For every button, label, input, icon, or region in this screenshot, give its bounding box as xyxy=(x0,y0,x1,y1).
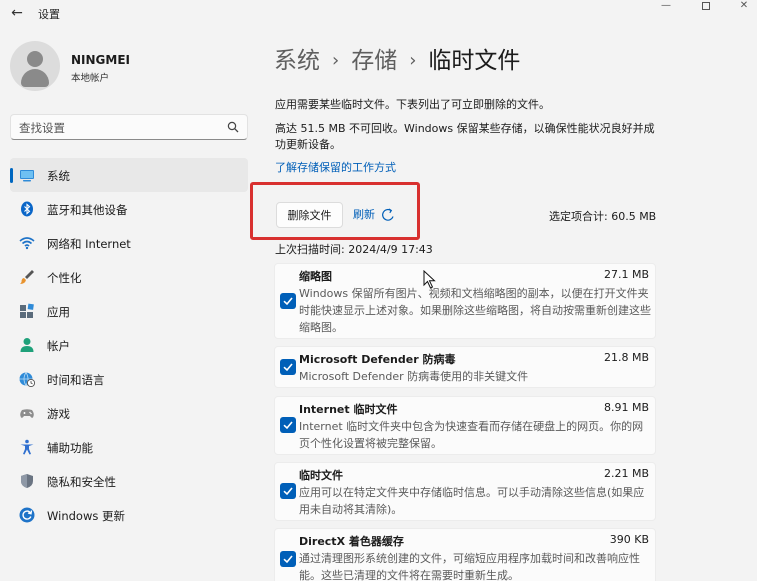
sidebar-item-personalization[interactable]: 个性化 xyxy=(10,260,248,294)
file-description: 通过清理图形系统创建的文件，可缩短应用程序加载时间和改善响应性能。这些已清理的文… xyxy=(299,552,640,581)
checkmark-icon xyxy=(283,297,293,306)
last-scan-time: 上次扫描时间: 2024/4/9 17:43 xyxy=(275,243,433,256)
file-description: Windows 保留所有图片、视频和文档缩略图的副本，以便在打开文件夹时能快速显… xyxy=(299,287,651,334)
file-description: Microsoft Defender 防病毒使用的非关键文件 xyxy=(299,370,529,383)
file-title: Microsoft Defender 防病毒 xyxy=(299,353,456,366)
sidebar-item-accessibility[interactable]: 辅助功能 xyxy=(10,430,248,464)
page-description: 应用需要某些临时文件。下表列出了可立即删除的文件。 xyxy=(275,98,550,111)
file-item: Microsoft Defender 防病毒 21.8 MB Microsoft… xyxy=(274,346,656,388)
file-checkbox[interactable] xyxy=(280,483,296,499)
shield-icon xyxy=(21,474,33,488)
sidebar-item-apps[interactable]: 应用 xyxy=(10,294,248,328)
breadcrumb-system[interactable]: 系统 xyxy=(274,48,320,74)
sidebar-item-label: 个性化 xyxy=(47,271,82,285)
page-title: 临时文件 xyxy=(428,48,521,74)
file-item: DirectX 着色器缓存 390 KB 通过清理图形系统创建的文件，可缩短应用… xyxy=(274,528,656,581)
learn-storage-reserve-link[interactable]: 了解存储保留的工作方式 xyxy=(275,159,396,175)
search-icon[interactable] xyxy=(227,121,239,133)
maximize-icon xyxy=(702,2,710,10)
file-size: 27.1 MB xyxy=(603,268,649,281)
sidebar-item-windows-update[interactable]: Windows 更新 xyxy=(10,498,248,532)
file-size: 390 KB xyxy=(609,533,649,546)
breadcrumb-storage[interactable]: 存储 xyxy=(351,48,397,74)
file-item: 临时文件 2.21 MB 应用可以在特定文件夹中存储临时信息。可以手动清除这些信… xyxy=(274,462,656,521)
sidebar-item-bluetooth[interactable]: 蓝牙和其他设备 xyxy=(10,192,248,226)
sidebar-item-label: 时间和语言 xyxy=(47,373,105,387)
breadcrumb: 系统 › 存储 › 临时文件 xyxy=(274,41,520,75)
sidebar-item-time-language[interactable]: 时间和语言 xyxy=(10,362,248,396)
file-size: 8.91 MB xyxy=(603,401,649,414)
delete-files-button[interactable]: 删除文件 xyxy=(276,202,343,228)
file-checkbox[interactable] xyxy=(280,293,296,309)
title-bar: ← 设置 — ✕ xyxy=(0,0,757,26)
system-icon xyxy=(20,170,34,182)
apps-icon xyxy=(20,303,34,318)
sidebar-item-label: 系统 xyxy=(47,169,70,183)
total-selected: 选定项合计: 60.5 MB xyxy=(549,210,657,223)
sidebar-nav: 系统 蓝牙和其他设备 网络和 Internet 个性化 应用 帐户 时间和语言 … xyxy=(10,158,248,532)
sidebar-item-privacy[interactable]: 隐私和安全性 xyxy=(10,464,248,498)
mouse-cursor-icon xyxy=(423,270,436,289)
file-checkbox[interactable] xyxy=(280,417,296,433)
file-item: 缩略图 27.1 MB Windows 保留所有图片、视频和文档缩略图的副本，以… xyxy=(274,263,656,339)
storage-reserve-note: 高达 51.5 MB 不可回收。Windows 保留某些存储，以确保性能状况良好… xyxy=(275,122,655,151)
minimize-button[interactable]: — xyxy=(646,0,686,14)
refresh-icon[interactable] xyxy=(380,207,396,223)
search-input[interactable] xyxy=(19,119,219,136)
wifi-icon xyxy=(19,237,35,250)
sidebar-item-label: 应用 xyxy=(47,305,70,319)
back-button[interactable]: ← xyxy=(6,4,28,22)
account-icon xyxy=(20,338,34,352)
user-name: NINGMEI xyxy=(71,53,131,67)
file-title: 缩略图 xyxy=(299,270,332,283)
file-item: Internet 临时文件 8.91 MB Internet 临时文件夹中包含为… xyxy=(274,396,656,455)
breadcrumb-separator: › xyxy=(332,50,340,71)
refresh-button[interactable]: 刷新 xyxy=(353,206,375,224)
checkmark-icon xyxy=(283,363,293,372)
checkmark-icon xyxy=(283,421,293,430)
avatar-body xyxy=(21,69,49,87)
close-button[interactable]: ✕ xyxy=(724,0,757,14)
file-title: 临时文件 xyxy=(299,469,343,482)
sidebar-item-accounts[interactable]: 帐户 xyxy=(10,328,248,362)
sidebar-item-gaming[interactable]: 游戏 xyxy=(10,396,248,430)
brush-icon xyxy=(20,270,34,284)
avatar-head xyxy=(27,51,43,67)
checkmark-icon xyxy=(283,487,293,496)
file-description: 应用可以在特定文件夹中存储临时信息。可以手动清除这些信息(如果应用未自动将其清除… xyxy=(299,486,645,516)
sidebar-item-label: 辅助功能 xyxy=(47,441,93,455)
sidebar-item-label: 网络和 Internet xyxy=(47,237,131,251)
file-size: 21.8 MB xyxy=(603,351,649,364)
file-title: Internet 临时文件 xyxy=(299,403,398,416)
checkmark-icon xyxy=(283,555,293,564)
avatar[interactable] xyxy=(10,41,60,91)
search-box[interactable] xyxy=(10,114,248,140)
file-size: 2.21 MB xyxy=(603,467,649,480)
sidebar-item-label: 隐私和安全性 xyxy=(47,475,116,489)
update-icon xyxy=(19,507,35,523)
sidebar-item-label: 游戏 xyxy=(47,407,70,421)
breadcrumb-separator: › xyxy=(409,50,417,71)
gamepad-icon xyxy=(20,409,34,418)
file-description: Internet 临时文件夹中包含为快速查看而存储在硬盘上的网页。你的网页个性化… xyxy=(299,420,644,450)
maximize-button[interactable] xyxy=(686,0,726,14)
account-type: 本地帐户 xyxy=(71,73,110,84)
accessibility-icon xyxy=(20,439,34,455)
file-checkbox[interactable] xyxy=(280,359,296,375)
file-checkbox[interactable] xyxy=(280,551,296,567)
sidebar-item-network[interactable]: 网络和 Internet xyxy=(10,226,248,260)
bluetooth-icon xyxy=(21,201,33,217)
sidebar-item-label: 蓝牙和其他设备 xyxy=(47,203,128,217)
file-title: DirectX 着色器缓存 xyxy=(299,535,404,548)
sidebar-item-label: 帐户 xyxy=(47,339,70,353)
sidebar-item-label: Windows 更新 xyxy=(47,509,125,523)
sidebar-item-system[interactable]: 系统 xyxy=(10,158,248,192)
globe-clock-icon xyxy=(19,372,35,387)
app-title: 设置 xyxy=(38,8,60,21)
